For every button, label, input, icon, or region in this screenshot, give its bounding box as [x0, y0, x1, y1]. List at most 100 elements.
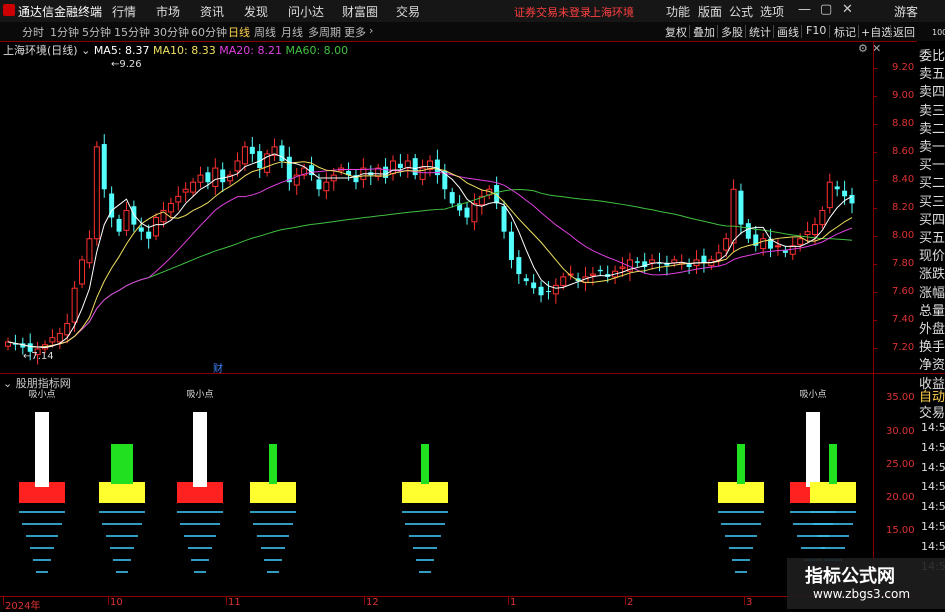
stats-button[interactable]: 统计: [749, 24, 771, 40]
candle-body[interactable]: [686, 264, 692, 267]
tab-30min[interactable]: 30分钟: [153, 24, 189, 40]
mark-button[interactable]: 标记: [834, 24, 856, 40]
candle-body[interactable]: [116, 218, 122, 232]
candle-body[interactable]: [811, 224, 818, 235]
multi-stock-button[interactable]: 多股: [721, 24, 743, 40]
indicator-chart[interactable]: 吸小点 吸小点 吸小点: [0, 385, 873, 596]
candle-body[interactable]: [849, 194, 855, 204]
candle-body[interactable]: [56, 332, 63, 343]
candle-body[interactable]: [153, 217, 160, 237]
candle-body[interactable]: [589, 273, 596, 276]
candle-body[interactable]: [123, 209, 130, 231]
candle-body[interactable]: [842, 190, 848, 197]
tab-5min[interactable]: 5分钟: [82, 24, 111, 40]
candle-body[interactable]: [531, 282, 537, 289]
login-status[interactable]: 证券交易未登录: [514, 4, 591, 20]
candle-body[interactable]: [167, 202, 174, 213]
menu-layout[interactable]: 版面: [698, 3, 722, 20]
menu-wealth[interactable]: 财富圈: [342, 3, 378, 20]
candle-body[interactable]: [64, 323, 71, 336]
menu-quotes[interactable]: 行情: [112, 3, 136, 20]
f10-button[interactable]: F10: [806, 24, 826, 37]
candle-body[interactable]: [597, 269, 603, 272]
trade-label[interactable]: 交易: [919, 402, 945, 421]
candle-body[interactable]: [619, 266, 626, 269]
candle-body[interactable]: [220, 169, 226, 183]
candle-body[interactable]: [501, 206, 507, 232]
candle-body[interactable]: [190, 181, 197, 193]
candle-body[interactable]: [701, 255, 707, 263]
adjust-button[interactable]: 复权: [665, 24, 687, 40]
candle-body[interactable]: [560, 276, 567, 286]
candle-body[interactable]: [146, 231, 152, 239]
tab-1min[interactable]: 1分钟: [50, 24, 79, 40]
candle-body[interactable]: [464, 207, 470, 218]
candle-body[interactable]: [804, 231, 811, 235]
more-chevron-icon[interactable]: ›: [369, 24, 373, 37]
menu-market[interactable]: 市场: [156, 3, 180, 20]
tab-60min[interactable]: 60分钟: [191, 24, 227, 40]
finance-marker[interactable]: 财: [213, 360, 223, 375]
candle-body[interactable]: [234, 160, 241, 172]
overlay-button[interactable]: 叠加: [693, 24, 715, 40]
candle-body[interactable]: [634, 261, 640, 263]
candle-body[interactable]: [545, 291, 551, 293]
candle-body[interactable]: [138, 227, 144, 232]
candle-body[interactable]: [101, 144, 107, 190]
candle-body[interactable]: [523, 278, 529, 282]
candle-body[interactable]: [774, 245, 781, 248]
tab-timeshare[interactable]: 分时: [22, 24, 44, 40]
tab-more[interactable]: 更多: [344, 24, 366, 40]
candle-body[interactable]: [471, 202, 478, 223]
candle-body[interactable]: [738, 190, 744, 225]
candle-body[interactable]: [71, 287, 78, 323]
menu-function[interactable]: 功能: [666, 3, 690, 20]
tab-15min[interactable]: 15分钟: [114, 24, 150, 40]
settings-gear-icon[interactable]: ⚙: [858, 42, 868, 55]
candle-body[interactable]: [175, 195, 182, 203]
tab-daily[interactable]: 日线: [228, 24, 250, 40]
candle-body[interactable]: [249, 146, 255, 154]
candle-body[interactable]: [730, 188, 737, 244]
candle-body[interactable]: [412, 158, 418, 176]
candle-body[interactable]: [797, 238, 804, 245]
candle-body[interactable]: [212, 167, 219, 187]
candle-body[interactable]: [449, 192, 455, 204]
tab-monthly[interactable]: 月线: [281, 24, 303, 40]
candle-body[interactable]: [197, 174, 204, 183]
minimize-icon[interactable]: —: [798, 2, 811, 17]
guest-label[interactable]: 游客: [894, 3, 918, 20]
candle-body[interactable]: [93, 146, 100, 240]
candle-body[interactable]: [826, 181, 833, 209]
tab-weekly[interactable]: 周线: [254, 24, 276, 40]
candle-body[interactable]: [671, 259, 678, 264]
candle-body[interactable]: [819, 209, 826, 226]
menu-options[interactable]: 选项: [760, 3, 784, 20]
candle-body[interactable]: [789, 245, 796, 255]
add-favorite-button[interactable]: +自选: [861, 24, 892, 40]
menu-trade[interactable]: 交易: [396, 3, 420, 20]
candle-body[interactable]: [723, 238, 730, 251]
candle-body[interactable]: [508, 231, 514, 260]
close-icon[interactable]: ✕: [842, 2, 853, 17]
candle-body[interactable]: [552, 284, 559, 295]
candle-body[interactable]: [389, 160, 396, 175]
price-chart[interactable]: [0, 55, 917, 375]
menu-news[interactable]: 资讯: [200, 3, 224, 20]
restore-icon[interactable]: ▢: [820, 2, 832, 17]
candle-body[interactable]: [49, 337, 56, 343]
candle-body[interactable]: [241, 146, 248, 165]
back-button[interactable]: 返回: [893, 24, 915, 40]
candle-body[interactable]: [745, 223, 751, 239]
tab-multi-period[interactable]: 多周期: [308, 24, 341, 40]
candle-body[interactable]: [760, 238, 767, 250]
candle-body[interactable]: [516, 257, 522, 275]
candle-body[interactable]: [86, 238, 93, 264]
menu-formula[interactable]: 公式: [729, 3, 753, 20]
candle-body[interactable]: [182, 188, 189, 193]
menu-discover[interactable]: 发现: [244, 3, 268, 20]
candle-body[interactable]: [79, 259, 86, 285]
candle-body[interactable]: [316, 179, 322, 190]
draw-line-button[interactable]: 画线: [777, 24, 799, 40]
candle-body[interactable]: [538, 286, 544, 296]
